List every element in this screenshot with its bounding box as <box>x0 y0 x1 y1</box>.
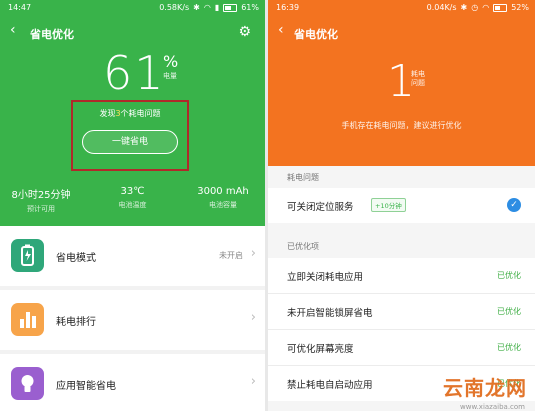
back-icon[interactable]: ‹ <box>10 22 16 38</box>
right-screen: 16:39 0.04K/s ✱ ◷ ◠ 52% ‹ 省电优化 1 耗电问题 手机… <box>268 0 535 411</box>
status-right: 0.04K/s ✱ ◷ ◠ 52% <box>427 3 529 12</box>
list-item-power-mode[interactable]: 省电模式 未开启 › <box>0 226 265 286</box>
bulb-icon <box>11 367 44 400</box>
issues-found-text: 发现3个耗电问题 <box>99 109 161 118</box>
stat-temperature: 33℃ 电池温度 <box>118 186 147 209</box>
watermark-logo: 云南龙网 <box>443 376 527 400</box>
status-bar: 14:47 0.58K/s ✱ ◠ ▮ 61% <box>0 0 265 16</box>
battery-icon <box>223 3 238 12</box>
left-screen: 14:47 0.58K/s ✱ ◠ ▮ 61% ‹ 省电优化 ⚙ 61 % 电量… <box>0 0 265 411</box>
highlight-box: 发现3个耗电问题 一键省电 <box>71 100 189 171</box>
list-item-power-ranking[interactable]: 耗电排行 › <box>0 290 265 350</box>
optimized-row: 可优化屏幕亮度 已优化 <box>268 330 535 365</box>
optimized-status: 已优化 <box>497 343 521 352</box>
status-right: 0.58K/s ✱ ◠ ▮ 61% <box>159 3 259 12</box>
section-issues-title: 耗电问题 <box>287 173 319 182</box>
optimized-row: 未开启智能锁屏省电 已优化 <box>268 294 535 329</box>
battery-icon <box>493 3 508 12</box>
power-mode-status: 未开启 <box>219 251 243 260</box>
network-speed: 0.04K/s <box>426 3 457 12</box>
watermark-url: www.xiazaiba.com <box>460 403 525 411</box>
optimized-status: 已优化 <box>497 307 521 316</box>
check-icon[interactable]: ✓ <box>507 198 521 212</box>
page-title: 省电优化 <box>30 28 74 41</box>
chevron-right-icon: › <box>250 246 256 261</box>
bluetooth-icon: ✱ <box>460 3 468 12</box>
battery-label: 电量 <box>163 72 177 80</box>
issue-row-location[interactable]: 可关闭定位服务 +10分钟 ✓ <box>268 188 535 223</box>
alarm-icon: ◷ <box>471 3 479 12</box>
percent-sign: % <box>163 52 179 71</box>
right-header: 16:39 0.04K/s ✱ ◷ ◠ 52% ‹ 省电优化 1 耗电问题 手机… <box>268 0 535 166</box>
status-time: 14:47 <box>8 3 32 12</box>
optimized-status: 已优化 <box>497 271 521 280</box>
battery-percent: 61% <box>241 3 259 12</box>
signal-icon: ▮ <box>214 3 220 12</box>
section-optimized-title: 已优化项 <box>287 242 319 251</box>
stat-capacity: 3000 mAh 电池容量 <box>197 186 249 209</box>
back-icon[interactable]: ‹ <box>278 22 284 38</box>
status-bar: 16:39 0.04K/s ✱ ◷ ◠ 52% <box>268 0 535 16</box>
left-header: 14:47 0.58K/s ✱ ◠ ▮ 61% ‹ 省电优化 ⚙ 61 % 电量… <box>0 0 265 226</box>
issue-message: 手机存在耗电问题，建议进行优化 <box>341 121 462 130</box>
status-time: 16:39 <box>276 3 300 12</box>
one-key-save-button[interactable]: 一键省电 <box>82 130 178 154</box>
stat-remaining: 8小时25分钟 预计可用 <box>11 190 71 213</box>
battery-mode-icon <box>11 239 44 272</box>
battery-level: 61 <box>103 46 166 100</box>
page-title: 省电优化 <box>294 28 338 41</box>
bluetooth-icon: ✱ <box>193 3 200 12</box>
issue-count-label: 耗电问题 <box>411 70 425 87</box>
list-item-app-power-saving[interactable]: 应用智能省电 › <box>0 354 265 411</box>
gear-icon[interactable]: ⚙ <box>238 24 251 40</box>
time-gain-badge: +10分钟 <box>371 198 406 212</box>
chevron-right-icon: › <box>250 374 256 389</box>
battery-percent: 52% <box>511 3 529 12</box>
optimized-row: 立即关闭耗电应用 已优化 <box>268 258 535 293</box>
network-speed: 0.58K/s <box>159 3 190 12</box>
wifi-icon: ◠ <box>482 3 490 12</box>
bar-chart-icon <box>11 303 44 336</box>
chevron-right-icon: › <box>250 310 256 325</box>
wifi-icon: ◠ <box>203 3 211 12</box>
